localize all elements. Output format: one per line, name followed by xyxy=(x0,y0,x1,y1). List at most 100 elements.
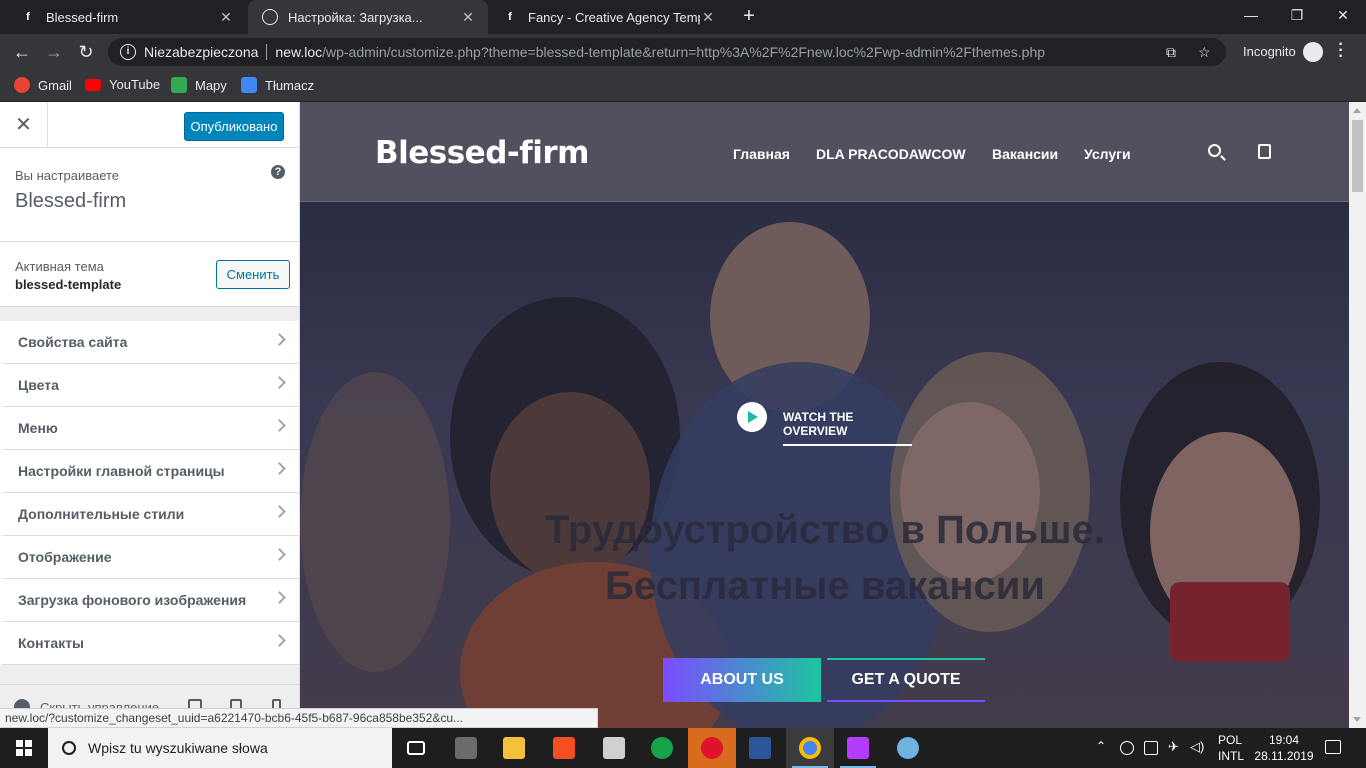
taskbar-search[interactable]: Wpisz tu wyszukiwane słowa xyxy=(48,728,392,768)
notifications-icon[interactable] xyxy=(1325,740,1341,754)
bookmark-youtube[interactable]: YouTube xyxy=(85,77,160,92)
incognito-label: Incognito xyxy=(1243,44,1296,59)
close-tab-icon[interactable]: ✕ xyxy=(218,9,234,26)
address-bar[interactable]: i Niezabezpieczona new.loc/wp-admin/cust… xyxy=(108,38,1226,66)
site-preview: Blessed-firm Главная DLA PRACODAWCOW Вак… xyxy=(300,102,1349,728)
customizer-sections: Свойства сайта Цвета Меню Настройки глав… xyxy=(0,321,299,665)
back-icon[interactable]: ← xyxy=(10,40,34,64)
chevron-right-icon xyxy=(273,333,286,346)
close-tab-icon[interactable]: ✕ xyxy=(700,9,716,26)
bookmarks-bar: Gmail YouTube Mapy Tłumacz xyxy=(0,70,1366,102)
nav-home[interactable]: Главная xyxy=(733,146,790,162)
publish-button[interactable]: Опубликовано xyxy=(184,112,284,141)
tray-chevron-up-icon[interactable]: ⌃ xyxy=(1096,739,1110,753)
site-logo[interactable]: Blessed-firm xyxy=(375,135,589,171)
reload-icon[interactable]: ↻ xyxy=(74,40,98,64)
section-label: Контакты xyxy=(18,635,85,651)
section-display[interactable]: Отображение xyxy=(0,536,299,579)
scrollbar-thumb[interactable] xyxy=(1352,120,1363,192)
calculator-icon[interactable] xyxy=(442,728,490,768)
hero-headline-line1: Трудоустройство в Польше. xyxy=(545,508,1105,552)
skype-icon[interactable] xyxy=(638,728,686,768)
site-title: Blessed-firm xyxy=(15,190,127,212)
tab-customizer[interactable]: Настройка: Загрузка... ✕ xyxy=(248,0,488,34)
opera-icon[interactable] xyxy=(688,728,736,768)
section-menus[interactable]: Меню xyxy=(0,407,299,450)
translate-icon[interactable]: ⧉ xyxy=(1166,44,1176,61)
section-label: Цвета xyxy=(18,377,59,393)
mail-icon[interactable] xyxy=(590,728,638,768)
change-theme-button[interactable]: Сменить xyxy=(216,260,290,289)
phpstorm-icon[interactable] xyxy=(834,728,882,768)
hero-headline: Трудоустройство в Польше. Бесплатные вак… xyxy=(450,502,1200,614)
about-us-button[interactable]: ABOUT US xyxy=(663,658,821,702)
chrome-icon[interactable] xyxy=(786,728,834,768)
close-customizer-icon[interactable]: ✕ xyxy=(0,102,48,148)
active-theme-name: blessed-template xyxy=(15,277,122,292)
network-icon[interactable] xyxy=(1120,741,1134,755)
globe-icon xyxy=(262,9,278,25)
word-icon[interactable] xyxy=(736,728,784,768)
task-view-icon[interactable] xyxy=(392,728,440,768)
tab-blessed-firm[interactable]: f Blessed-firm ✕ xyxy=(6,0,246,34)
bookmark-label: YouTube xyxy=(109,77,161,92)
bluetooth-icon[interactable]: ✈ xyxy=(1168,739,1182,754)
bookmark-star-icon[interactable]: ☆ xyxy=(1198,44,1211,61)
window-close-icon[interactable]: ✕ xyxy=(1320,0,1366,32)
taskbar-search-placeholder: Wpisz tu wyszukiwane słowa xyxy=(88,740,268,756)
scroll-down-icon[interactable] xyxy=(1353,717,1361,722)
browser-toolbar: ← → ↻ i Niezabezpieczona new.loc/wp-admi… xyxy=(0,34,1366,70)
section-homepage-settings[interactable]: Настройки главной страницы xyxy=(0,450,299,493)
play-icon[interactable] xyxy=(737,402,767,432)
cart-icon[interactable] xyxy=(1258,144,1271,159)
section-site-identity[interactable]: Свойства сайта xyxy=(0,321,299,364)
windows-start-icon[interactable] xyxy=(0,728,48,768)
section-additional-css[interactable]: Дополнительные стили xyxy=(0,493,299,536)
tab-title: Blessed-firm xyxy=(46,9,119,25)
section-background-image[interactable]: Загрузка фонового изображения xyxy=(0,579,299,622)
translate-icon xyxy=(241,77,257,93)
bookmark-label: Tłumacz xyxy=(265,77,315,93)
preview-scrollbar[interactable] xyxy=(1349,102,1366,728)
bookmark-translate[interactable]: Tłumacz xyxy=(241,77,314,93)
battery-icon[interactable] xyxy=(1144,741,1158,755)
facebook-icon: f xyxy=(26,11,30,23)
file-explorer-icon[interactable] xyxy=(490,728,538,768)
close-tab-icon[interactable]: ✕ xyxy=(460,9,476,26)
url-path: /wp-admin/customize.php?theme=blessed-te… xyxy=(322,44,1046,60)
divider xyxy=(266,44,268,60)
chevron-right-icon xyxy=(273,548,286,561)
nav-vacancies[interactable]: Вакансии xyxy=(992,146,1058,162)
section-label: Меню xyxy=(18,420,58,436)
forward-icon[interactable]: → xyxy=(42,40,66,64)
watch-overview-link[interactable]: WATCH THE OVERVIEW xyxy=(783,410,912,446)
nav-employers[interactable]: DLA PRACODAWCOW xyxy=(816,146,966,162)
customizer-header: ✕ Опубликовано xyxy=(0,102,299,148)
scroll-up-icon[interactable] xyxy=(1353,108,1361,113)
search-icon[interactable] xyxy=(1208,144,1221,157)
new-tab-button[interactable]: + xyxy=(737,4,761,28)
status-url: new.loc/?customize_changeset_uuid=a62214… xyxy=(0,708,598,728)
tab-fancy-agency[interactable]: f Fancy - Creative Agency Templat ✕ xyxy=(488,0,728,34)
volume-icon[interactable]: ◁) xyxy=(1190,739,1204,754)
input-language[interactable]: POL INTL xyxy=(1218,732,1244,764)
minimize-icon[interactable]: — xyxy=(1228,0,1274,32)
store-icon[interactable] xyxy=(540,728,588,768)
get-a-quote-button[interactable]: GET A QUOTE xyxy=(827,658,985,702)
lang-layout: INTL xyxy=(1218,749,1245,763)
restore-icon[interactable]: ❐ xyxy=(1274,0,1320,32)
bookmark-maps[interactable]: Mapy xyxy=(171,77,227,93)
clock-date: 28.11.2019 xyxy=(1254,749,1314,763)
nav-services[interactable]: Услуги xyxy=(1084,146,1131,162)
more-menu-icon[interactable]: · · · xyxy=(1336,37,1346,65)
info-icon[interactable]: i xyxy=(120,44,136,60)
bookmark-gmail[interactable]: Gmail xyxy=(14,77,72,93)
paint-icon[interactable] xyxy=(884,728,932,768)
section-colors[interactable]: Цвета xyxy=(0,364,299,407)
clock[interactable]: 19:04 28.11.2019 xyxy=(1252,732,1316,764)
section-label: Свойства сайта xyxy=(18,334,128,350)
bookmark-label: Mapy xyxy=(195,77,227,93)
section-contacts[interactable]: Контакты xyxy=(0,622,299,665)
facebook-icon: f xyxy=(508,11,512,23)
help-icon[interactable]: ? xyxy=(271,165,285,179)
